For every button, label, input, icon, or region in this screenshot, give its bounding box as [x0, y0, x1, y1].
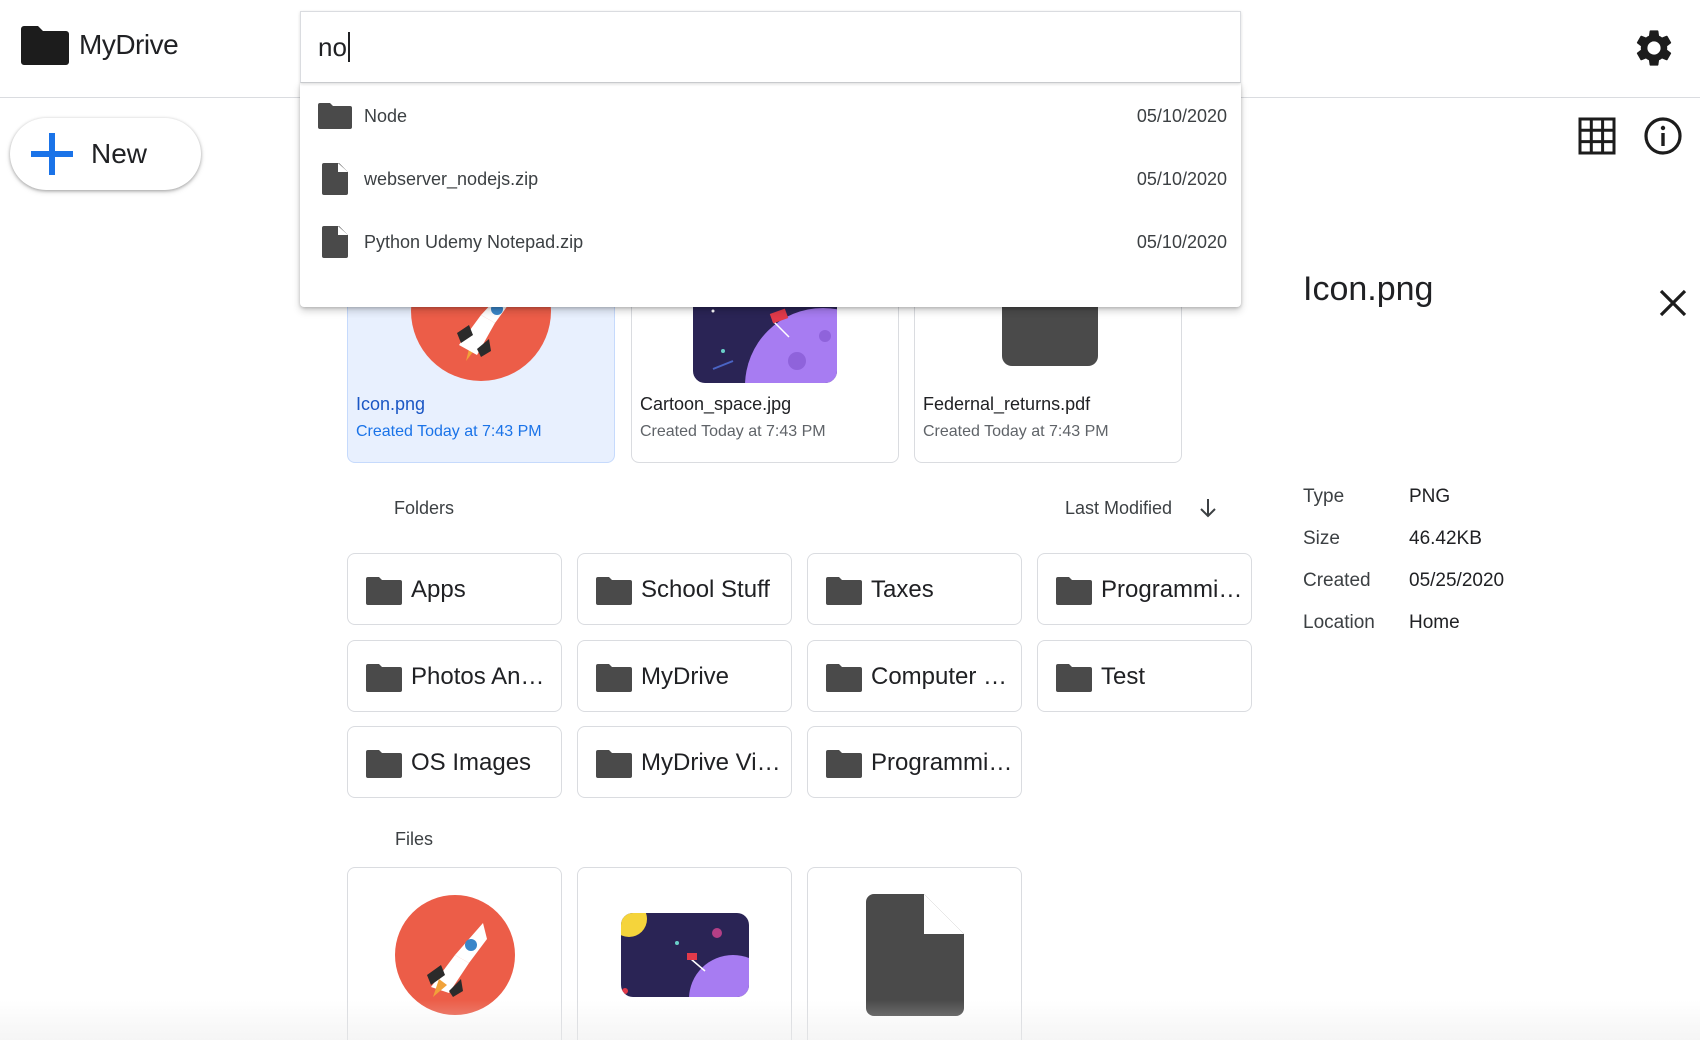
suggestion-date: 05/10/2020 — [1136, 231, 1227, 252]
file-card-space[interactable] — [577, 867, 792, 1040]
search-suggestions: Node 05/10/2020 webserver_nodejs.zip 05/… — [300, 83, 1241, 307]
folder-chip[interactable]: OS Images — [347, 726, 562, 798]
file-card-thumbnail — [808, 868, 1021, 1040]
rocket-icon — [394, 894, 515, 1015]
new-button-label: New — [91, 138, 148, 169]
new-button[interactable]: New — [10, 118, 201, 190]
folder-chip[interactable]: Programming Stuff — [1037, 553, 1252, 625]
file-card-document[interactable] — [807, 867, 1022, 1040]
folders-heading: Folders — [394, 498, 455, 518]
folder-icon — [596, 576, 632, 606]
folder-label: Taxes — [871, 576, 934, 603]
folder-icon — [1056, 576, 1092, 606]
grid-view-button[interactable] — [1578, 117, 1616, 155]
close-icon — [1659, 289, 1687, 317]
folder-icon — [596, 749, 632, 779]
search-suggestion-node[interactable]: Node 05/10/2020 — [300, 83, 1241, 149]
arrow-down-icon[interactable] — [1196, 496, 1220, 520]
folder-chip[interactable]: MyDrive Videos — [577, 726, 792, 798]
search-box[interactable]: no — [300, 11, 1241, 83]
folder-icon — [826, 663, 862, 693]
folder-chip[interactable]: Computer Backups — [807, 640, 1022, 712]
suggestion-name: Node — [364, 105, 408, 126]
folder-chip[interactable]: Photos And Videos — [347, 640, 562, 712]
detail-created-value: 05/25/2020 — [1409, 570, 1505, 591]
search-input[interactable]: no — [318, 32, 347, 63]
suggestion-name: Python Udemy Notepad.zip — [364, 231, 584, 252]
folder-label: Programming Videos — [871, 749, 1013, 776]
detail-location-label: Location — [1303, 612, 1375, 633]
file-icon — [318, 225, 352, 259]
folder-icon — [596, 663, 632, 693]
folder-label: Test — [1101, 663, 1146, 690]
folder-icon — [318, 99, 352, 133]
folder-chip[interactable]: Programming Videos — [807, 726, 1022, 798]
suggestion-date: 05/10/2020 — [1136, 168, 1227, 189]
folder-chip[interactable]: Apps — [347, 553, 562, 625]
details-title: Icon.png — [1303, 270, 1434, 308]
plus-icon — [31, 133, 73, 175]
quick-card-subtitle: Created Today at 7:43 PM — [640, 423, 826, 440]
folder-chip[interactable]: School Stuff — [577, 553, 792, 625]
detail-location-value: Home — [1409, 612, 1460, 633]
text-caret — [347, 32, 350, 62]
folder-label: School Stuff — [641, 576, 770, 603]
search-suggestion-webserver[interactable]: webserver_nodejs.zip 05/10/2020 — [300, 146, 1241, 212]
grid-icon — [1578, 117, 1616, 155]
folder-icon — [1056, 663, 1092, 693]
quick-card-name: Federnal_returns.pdf — [923, 394, 1091, 414]
folder-logo-icon — [21, 26, 69, 65]
app-name: MyDrive — [79, 29, 179, 60]
folder-chip[interactable]: Test — [1037, 640, 1252, 712]
app-logo[interactable]: MyDrive — [21, 25, 179, 65]
quick-card-subtitle: Created Today at 7:43 PM — [923, 423, 1109, 440]
quick-card-name: Cartoon_space.jpg — [640, 394, 792, 414]
files-heading: Files — [395, 829, 434, 849]
folder-label: Computer Backups — [871, 663, 1013, 690]
folder-chip[interactable]: MyDrive — [577, 640, 792, 712]
suggestion-name: webserver_nodejs.zip — [364, 168, 539, 189]
folder-icon — [826, 576, 862, 606]
detail-type-value: PNG — [1409, 486, 1451, 507]
document-icon — [865, 893, 964, 1016]
file-card-thumbnail — [348, 868, 561, 1040]
detail-size-label: Size — [1303, 528, 1340, 549]
folder-icon — [366, 663, 402, 693]
suggestion-date: 05/10/2020 — [1136, 105, 1227, 126]
close-details-button[interactable] — [1655, 285, 1691, 321]
folder-label: MyDrive Videos — [641, 749, 783, 776]
folder-label: Programming Stuff — [1101, 576, 1243, 603]
file-icon — [318, 162, 352, 196]
settings-button[interactable] — [1632, 26, 1676, 70]
detail-size-value: 46.42KB — [1409, 528, 1482, 549]
detail-created-label: Created — [1303, 570, 1371, 591]
info-icon — [1644, 117, 1682, 155]
gear-icon — [1636, 30, 1672, 66]
folder-label: Apps — [411, 576, 466, 603]
folder-label: OS Images — [411, 749, 532, 776]
folder-icon — [366, 576, 402, 606]
sort-by-button[interactable]: Last Modified — [1065, 498, 1172, 519]
space-image — [620, 912, 749, 997]
quick-card-subtitle: Created Today at 7:43 PM — [356, 423, 542, 440]
detail-type-label: Type — [1303, 486, 1345, 507]
file-card-rocket[interactable] — [347, 867, 562, 1040]
quick-card-name: Icon.png — [356, 394, 426, 414]
folder-chip[interactable]: Taxes — [807, 553, 1022, 625]
folder-label: Photos And Videos — [411, 663, 553, 690]
search-suggestion-python[interactable]: Python Udemy Notepad.zip 05/10/2020 — [300, 209, 1241, 275]
info-button[interactable] — [1643, 116, 1683, 156]
folder-label: MyDrive — [641, 663, 729, 690]
file-card-thumbnail — [578, 868, 791, 1040]
folder-icon — [826, 749, 862, 779]
folder-icon — [366, 749, 402, 779]
